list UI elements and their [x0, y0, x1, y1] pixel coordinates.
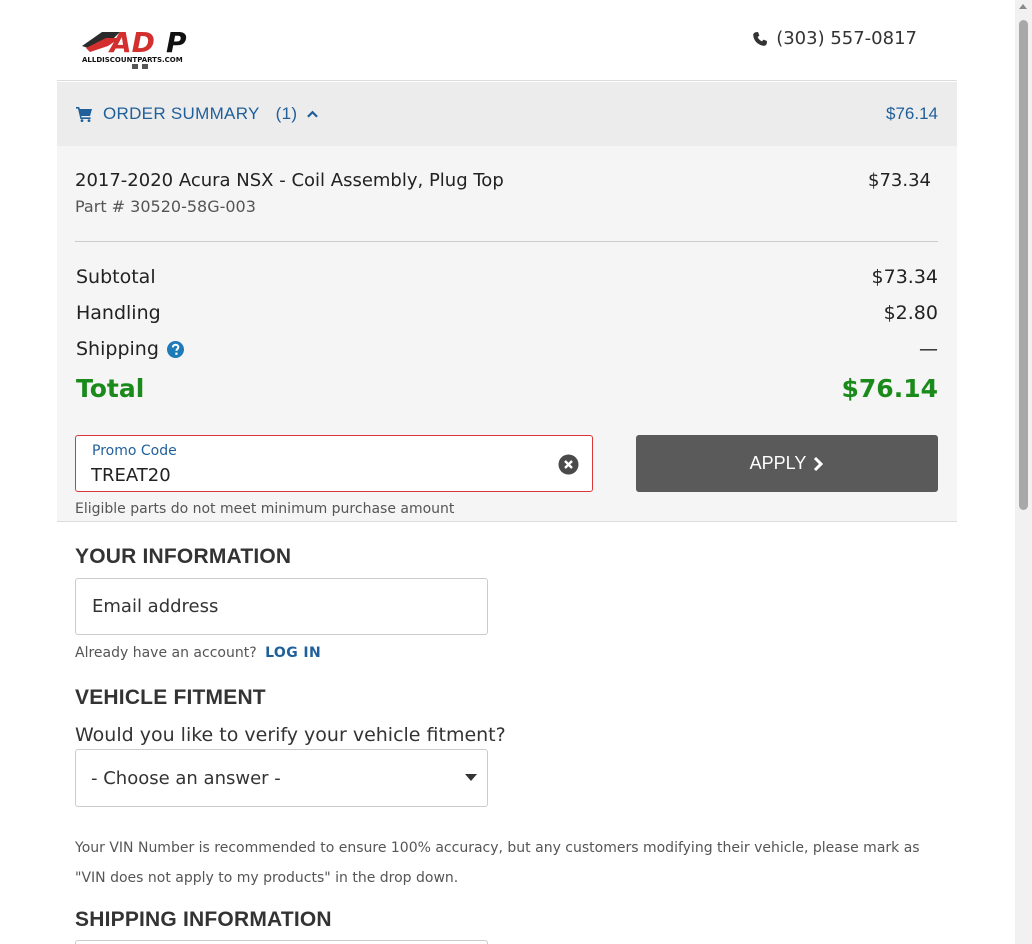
subtotal-row: Subtotal $73.34: [76, 266, 938, 288]
item-price: $73.34: [868, 170, 931, 191]
shipping-label-group: Shipping: [76, 338, 184, 360]
clear-circle-icon[interactable]: [558, 454, 579, 475]
svg-text:ALLDISCOUNTPARTS.COM: ALLDISCOUNTPARTS.COM: [82, 56, 183, 64]
shipping-row: Shipping —: [76, 338, 938, 360]
handling-value: $2.80: [883, 302, 938, 324]
question-circle-icon[interactable]: [166, 340, 184, 358]
shipping-first-field[interactable]: [75, 940, 488, 944]
order-summary-label: ORDER SUMMARY: [103, 104, 260, 123]
cart-item: 2017-2020 Acura NSX - Coil Assembly, Plu…: [75, 170, 937, 216]
promo-code-label: Promo Code: [92, 443, 177, 459]
vertical-scrollbar[interactable]: [1015, 0, 1032, 944]
promo-error-message: Eligible parts do not meet minimum purch…: [75, 501, 455, 517]
login-link[interactable]: LOG IN: [265, 645, 321, 661]
phone-icon: [753, 31, 768, 46]
site-header: AD P ALLDISCOUNTPARTS.COM (303) 557-0817: [57, 0, 957, 81]
shipping-label: Shipping: [76, 338, 159, 360]
shipping-information-title: SHIPPING INFORMATION: [75, 908, 332, 931]
scroll-up-arrow-icon[interactable]: [1019, 4, 1027, 9]
svg-text:P: P: [166, 26, 187, 59]
scrollbar-thumb[interactable]: [1019, 20, 1028, 510]
order-summary-count: (1): [275, 104, 298, 123]
total-value: $76.14: [841, 374, 938, 403]
item-part-number: Part # 30520-58G-003: [75, 197, 256, 216]
handling-label: Handling: [76, 302, 161, 324]
fitment-selected-value: - Choose an answer -: [91, 767, 281, 789]
phone-text: (303) 557-0817: [776, 28, 917, 49]
order-summary-toggle[interactable]: ORDER SUMMARY (1): [76, 104, 319, 124]
caret-down-icon: [465, 774, 477, 781]
fitment-question: Would you like to verify your vehicle fi…: [75, 724, 506, 746]
apply-label: APPLY: [749, 453, 807, 473]
order-summary-bar: ORDER SUMMARY (1) $76.14: [57, 82, 957, 146]
total-row: Total $76.14: [76, 374, 938, 403]
summary-divider: [75, 241, 938, 242]
site-logo[interactable]: AD P ALLDISCOUNTPARTS.COM: [80, 24, 208, 70]
subtotal-value: $73.34: [871, 266, 938, 288]
svg-text:AD: AD: [108, 26, 155, 59]
checkout-page: AD P ALLDISCOUNTPARTS.COM (303) 557-0817…: [57, 0, 957, 944]
apply-promo-button[interactable]: APPLY: [636, 435, 938, 492]
item-name: 2017-2020 Acura NSX - Coil Assembly, Plu…: [75, 170, 504, 191]
login-prompt: Already have an account? LOG IN: [75, 645, 321, 661]
email-field[interactable]: [75, 578, 488, 635]
vin-note: Your VIN Number is recommended to ensure…: [75, 840, 920, 886]
promo-code-input[interactable]: [91, 463, 531, 487]
adp-logo-icon: AD P ALLDISCOUNTPARTS.COM: [82, 26, 187, 69]
total-label: Total: [76, 374, 145, 403]
handling-row: Handling $2.80: [76, 302, 938, 324]
chevron-up-icon: [307, 110, 319, 118]
phone-number[interactable]: (303) 557-0817: [752, 28, 917, 49]
subtotal-label: Subtotal: [76, 266, 156, 288]
order-summary-total: $76.14: [886, 104, 938, 123]
cart-icon: [76, 107, 92, 122]
shipping-value: —: [919, 338, 938, 360]
fitment-select[interactable]: - Choose an answer -: [75, 749, 488, 807]
vehicle-fitment-title: VEHICLE FITMENT: [75, 686, 266, 709]
account-prompt-text: Already have an account?: [75, 645, 257, 661]
email-input[interactable]: [76, 579, 487, 634]
your-information-title: YOUR INFORMATION: [75, 545, 292, 568]
order-summary-panel: 2017-2020 Acura NSX - Coil Assembly, Plu…: [57, 146, 957, 522]
promo-code-field[interactable]: Promo Code: [75, 435, 593, 492]
chevron-right-icon: [814, 456, 824, 471]
